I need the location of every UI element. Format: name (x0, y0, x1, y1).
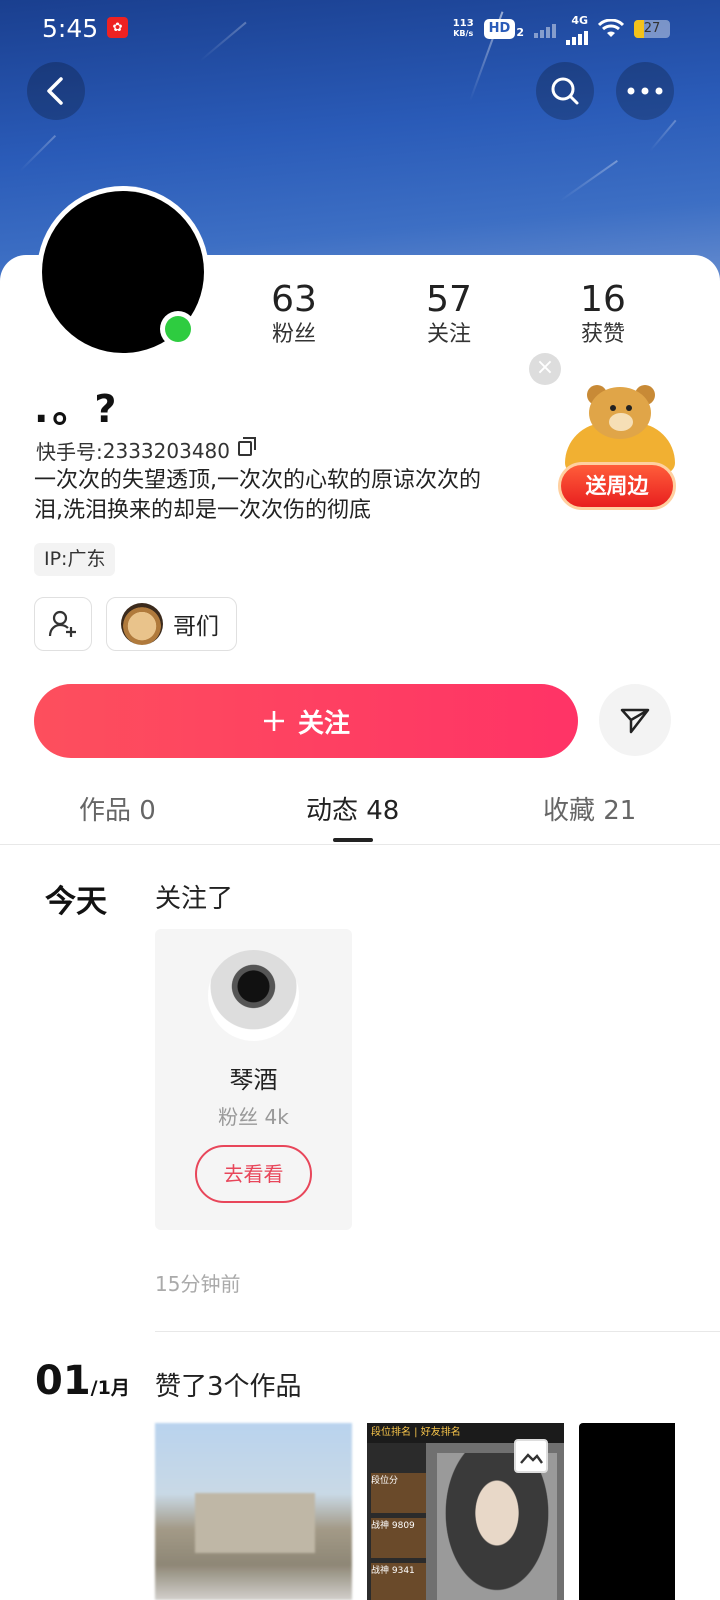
bio: 一次次的失望透顶,一次次的心软的原谅次次的 泪,洗泪换来的却是一次次伤的彻底 (34, 466, 574, 526)
search-icon (551, 77, 579, 105)
hd-voice-icon: HD 2 (483, 19, 524, 39)
cover-streak (19, 134, 57, 172)
feed-date-today: 今天 (45, 884, 107, 920)
thumbnail-row-text: 段位分 (371, 1473, 426, 1513)
friend-chip-label: 哥们 (173, 614, 219, 640)
thumbnail-row-text: 战神 9809 (371, 1518, 426, 1558)
status-bar: 5:45 ✿ 113 KB/s HD 2 4G 27 (0, 0, 720, 58)
feed-date: 01/1月 (35, 1358, 130, 1404)
follow-button[interactable]: 关注 (34, 684, 578, 758)
stat-fans[interactable]: 63 粉丝 (234, 280, 354, 350)
stat-likes-count: 16 (580, 279, 626, 320)
add-friend-button[interactable] (34, 597, 92, 651)
stat-fans-label: 粉丝 (271, 322, 316, 347)
promo-button[interactable]: 送周边 (558, 462, 676, 510)
thumbnail-row-text: 战神 9341 (371, 1563, 426, 1600)
battery-level: 27 (643, 21, 661, 36)
hd-sub: 2 (516, 26, 524, 39)
tabs-divider (0, 844, 720, 845)
followed-user-name: 琴酒 (229, 1066, 278, 1094)
wifi-icon (598, 19, 624, 37)
share-button[interactable] (599, 684, 671, 756)
status-icons: 113 KB/s HD 2 4G 27 (453, 14, 670, 45)
plus-icon (263, 711, 284, 731)
more-dots-icon (627, 87, 663, 95)
stat-following-label: 关注 (426, 322, 471, 347)
followed-user-card[interactable]: 琴酒 粉丝 4k 去看看 (155, 929, 352, 1230)
network-speed-unit: KB/s (453, 29, 474, 38)
signal-bars (566, 27, 588, 45)
followed-user-avatar[interactable] (208, 950, 299, 1041)
followed-user-fans: 粉丝 4k (218, 1105, 289, 1129)
cover-streak (559, 160, 618, 202)
more-button[interactable] (616, 62, 674, 120)
nickname: .。? (34, 387, 121, 431)
view-user-button[interactable]: 去看看 (195, 1145, 312, 1203)
notification-app-icon: ✿ (107, 17, 128, 38)
feed-item-title: 关注了 (155, 884, 234, 914)
follow-button-label: 关注 (297, 708, 350, 739)
add-user-icon (48, 610, 76, 637)
kuaishou-id[interactable]: 快手号: 2333203480 (36, 436, 256, 465)
ip-location-tag: IP:广东 (34, 543, 116, 576)
liked-video-thumbnail[interactable] (579, 1423, 675, 1600)
back-arrow-icon (47, 77, 63, 105)
network-type: 4G (571, 13, 588, 27)
stat-fans-count: 63 (271, 279, 317, 320)
liked-video-thumbnail[interactable]: 段位排名 | 好友排名 段位分 战神 9809 战神 9341 (367, 1423, 564, 1600)
signal-icon-sim1 (534, 20, 556, 38)
status-time: 5:45 (42, 14, 99, 43)
liked-video-thumbnail[interactable] (155, 1423, 352, 1600)
send-icon (620, 708, 650, 734)
profile-page: 5:45 ✿ 113 KB/s HD 2 4G 27 63 粉丝 57 关注 1… (0, 0, 720, 1600)
stat-likes[interactable]: 16 获赞 (543, 280, 663, 350)
stat-following[interactable]: 57 关注 (389, 280, 509, 350)
image-post-icon (514, 1439, 548, 1473)
friend-chip[interactable]: 哥们 (106, 597, 237, 651)
feed-date-day: 01 (35, 1358, 91, 1404)
online-indicator (160, 311, 196, 347)
kuaishou-id-value: 2333203480 (102, 438, 230, 463)
kuaishou-id-label: 快手号: (36, 440, 103, 464)
tab-moments[interactable]: 动态 48 (306, 790, 399, 827)
hd-label: HD (483, 19, 516, 39)
feed-divider (155, 1331, 720, 1332)
copy-icon[interactable] (238, 437, 256, 456)
bio-line: 一次次的失望透顶,一次次的心软的原谅次次的 (34, 468, 481, 493)
friend-avatar (121, 603, 163, 645)
feed-item-title: 赞了3个作品 (155, 1372, 302, 1402)
tab-favorites[interactable]: 收藏 21 (543, 790, 636, 827)
stat-following-count: 57 (426, 279, 472, 320)
tab-works[interactable]: 作品 0 (79, 790, 156, 827)
network-speed-value: 113 (452, 18, 474, 29)
promo-close-button[interactable]: × (529, 353, 561, 385)
cover-streak (649, 119, 677, 152)
back-button[interactable] (27, 62, 85, 120)
feed-date-month: /1月 (90, 1377, 130, 1399)
tab-indicator (333, 838, 373, 842)
stat-likes-label: 获赞 (580, 322, 625, 347)
signal-icon-sim2: 4G (566, 14, 588, 45)
bio-line: 泪,洗泪换来的却是一次次伤的彻底 (34, 498, 371, 523)
promo-mascot[interactable] (565, 385, 675, 473)
feed-item-time: 15分钟前 (155, 1272, 241, 1296)
network-speed: 113 KB/s (453, 19, 474, 39)
battery-icon: 27 (634, 20, 670, 38)
search-button[interactable] (536, 62, 594, 120)
